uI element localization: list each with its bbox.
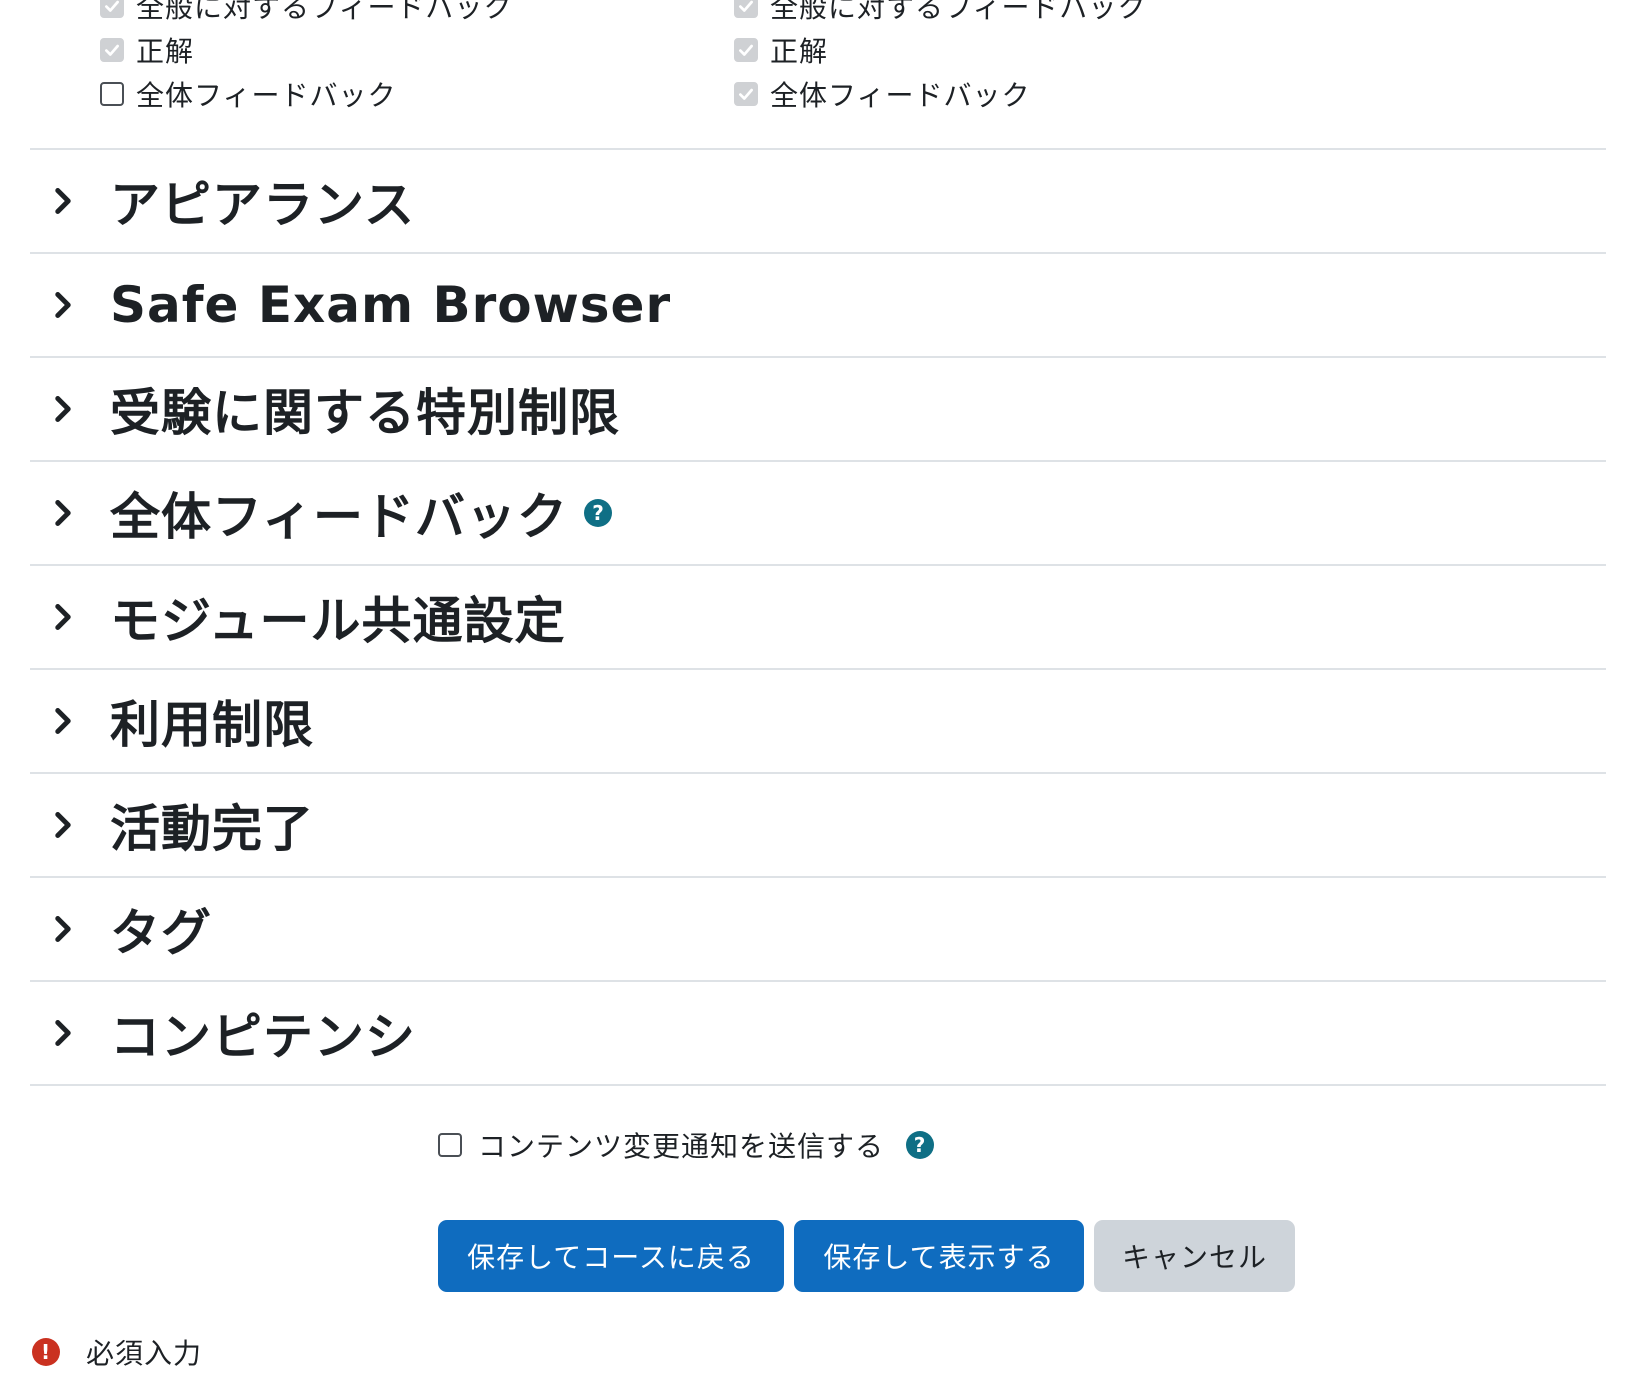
review-option-label: 正解 [770,35,829,68]
content-change-notification[interactable]: コンテンツ変更通知を送信する ? [438,1125,935,1165]
section-title[interactable]: コンピテンシ [110,997,416,1069]
review-option-label: 全体フィードバック [770,79,1031,112]
review-option-general-feedback[interactable]: 全般に対するフィードバック [734,0,1294,28]
section-competencies[interactable]: コンピテンシ [30,982,1606,1086]
help-icon[interactable]: ? [584,499,612,527]
help-icon[interactable]: ? [906,1131,935,1159]
section-activity-completion[interactable]: 活動完了 [30,774,1606,878]
review-option-overall-feedback[interactable]: 全体フィードバック [734,72,1294,116]
review-option-label: 全般に対するフィードバック [770,0,1147,24]
section-title[interactable]: 利用制限 [110,685,314,757]
chevron-right-icon[interactable] [48,394,78,424]
section-overall-feedback[interactable]: 全体フィードバック ? [30,462,1606,566]
section-extra-restrictions[interactable]: 受験に関する特別制限 [30,358,1606,462]
section-title[interactable]: 活動完了 [110,789,314,861]
section-title[interactable]: アピアランス [110,165,415,237]
section-title[interactable]: 全体フィードバック [110,477,568,549]
chevron-right-icon[interactable] [48,706,78,736]
review-option-overall-feedback[interactable]: 全体フィードバック [100,72,660,116]
section-common-module-settings[interactable]: モジュール共通設定 [30,566,1606,670]
section-appearance[interactable]: アピアランス [30,150,1606,254]
review-options-left-column: 全般に対するフィードバック 正解 全体フィードバック [100,0,660,116]
chevron-right-icon[interactable] [48,1018,78,1048]
review-option-right-answer[interactable]: 正解 [734,28,1294,72]
notify-label: コンテンツ変更通知を送信する [478,1130,885,1163]
required-label: 必須入力 [86,1337,203,1370]
cancel-button[interactable]: キャンセル [1094,1220,1295,1292]
chevron-right-icon[interactable] [48,290,78,320]
collapsible-sections: アピアランス Safe Exam Browser 受験に関する特別制限 全体フィ… [30,148,1606,1086]
review-option-label: 全般に対するフィードバック [136,0,513,24]
section-title[interactable]: タグ [110,893,212,965]
section-access-restrictions[interactable]: 利用制限 [30,670,1606,774]
chevron-right-icon[interactable] [48,498,78,528]
checkbox-unchecked[interactable] [100,82,124,106]
chevron-right-icon[interactable] [48,186,78,216]
section-tags[interactable]: タグ [30,878,1606,982]
review-options-right-column: 全般に対するフィードバック 正解 全体フィードバック [734,0,1294,116]
section-safe-exam-browser[interactable]: Safe Exam Browser [30,254,1606,358]
review-option-general-feedback[interactable]: 全般に対するフィードバック [100,0,660,28]
checkbox-checked-disabled [734,0,758,18]
section-title[interactable]: モジュール共通設定 [110,581,566,653]
review-option-label: 正解 [136,35,195,68]
review-option-right-answer[interactable]: 正解 [100,28,660,72]
checkbox-checked-disabled [734,38,758,62]
checkbox-checked-disabled [100,38,124,62]
notify-checkbox[interactable] [438,1133,462,1157]
required-legend: ! 必須入力 [32,1332,202,1372]
save-and-display-button[interactable]: 保存して表示する [794,1220,1084,1292]
chevron-right-icon[interactable] [48,602,78,632]
chevron-right-icon[interactable] [48,810,78,840]
exclamation-icon: ! [32,1338,60,1366]
checkbox-checked-disabled [100,0,124,18]
section-title[interactable]: Safe Exam Browser [110,276,671,334]
form-buttons: 保存してコースに戻る 保存して表示する キャンセル [438,1220,1295,1292]
save-and-return-button[interactable]: 保存してコースに戻る [438,1220,784,1292]
section-title[interactable]: 受験に関する特別制限 [110,373,620,445]
review-option-label: 全体フィードバック [136,79,397,112]
chevron-right-icon[interactable] [48,914,78,944]
checkbox-checked-disabled [734,82,758,106]
